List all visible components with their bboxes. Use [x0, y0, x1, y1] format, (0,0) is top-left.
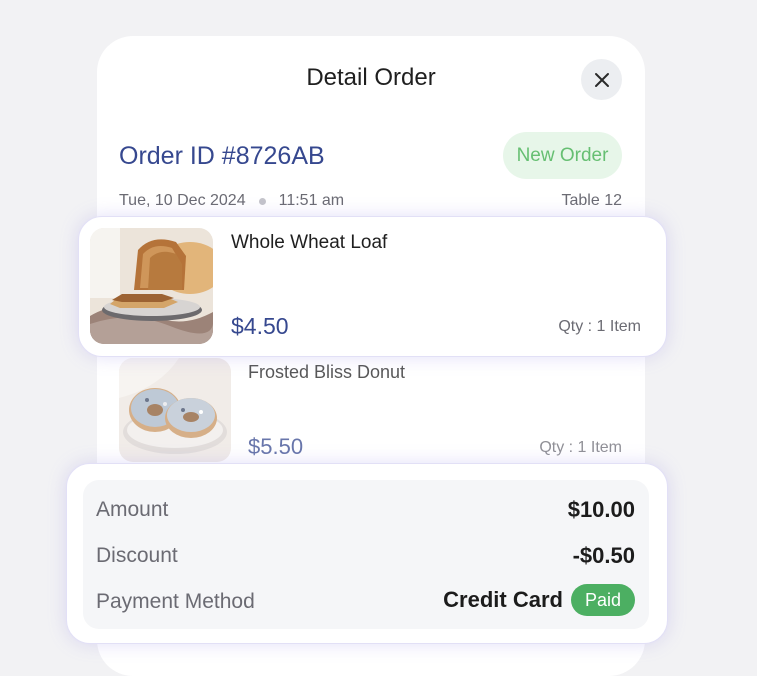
order-date: Tue, 10 Dec 2024: [119, 192, 246, 209]
summary-panel: Amount $10.00 Discount -$0.50 Payment Me…: [83, 480, 649, 629]
close-icon: [594, 72, 609, 87]
item-name: Frosted Bliss Donut: [248, 362, 406, 382]
paid-badge: Paid: [570, 584, 635, 616]
amount-label: Amount: [96, 498, 169, 521]
close-button[interactable]: [581, 59, 622, 100]
payment-method: Credit Card Paid: [443, 584, 635, 616]
order-item[interactable]: Whole Wheat Loaf $4.50 Qty : 1 Item: [78, 216, 667, 357]
item-price: $5.50: [248, 434, 304, 459]
order-datetime: Tue, 10 Dec 2024 11:51 am: [119, 191, 344, 211]
status-badge: New Order: [503, 132, 622, 179]
discount-label: Discount: [96, 544, 178, 567]
order-item[interactable]: Frosted Bliss Donut $5.50 Qty : 1 Item: [97, 355, 645, 463]
order-time: 11:51 am: [278, 192, 345, 209]
item-qty: Qty : 1 Item: [558, 318, 641, 335]
item-price: $4.50: [231, 313, 289, 339]
modal-title: Detail Order: [306, 64, 436, 91]
payment-method-label: Payment Method: [96, 590, 255, 613]
separator-dot: [258, 197, 266, 205]
item-name: Whole Wheat Loaf: [231, 232, 388, 253]
payment-summary: Amount $10.00 Discount -$0.50 Payment Me…: [66, 463, 668, 644]
amount-value: $10.00: [567, 497, 635, 522]
donut-icon: [119, 358, 231, 462]
table-number: Table 12: [561, 192, 623, 209]
bread-icon: [90, 228, 213, 344]
discount-value: -$0.50: [572, 543, 635, 568]
payment-method-value: Credit Card: [443, 587, 563, 612]
order-id: Order ID #8726AB: [119, 142, 325, 170]
item-qty: Qty : 1 Item: [539, 439, 622, 456]
